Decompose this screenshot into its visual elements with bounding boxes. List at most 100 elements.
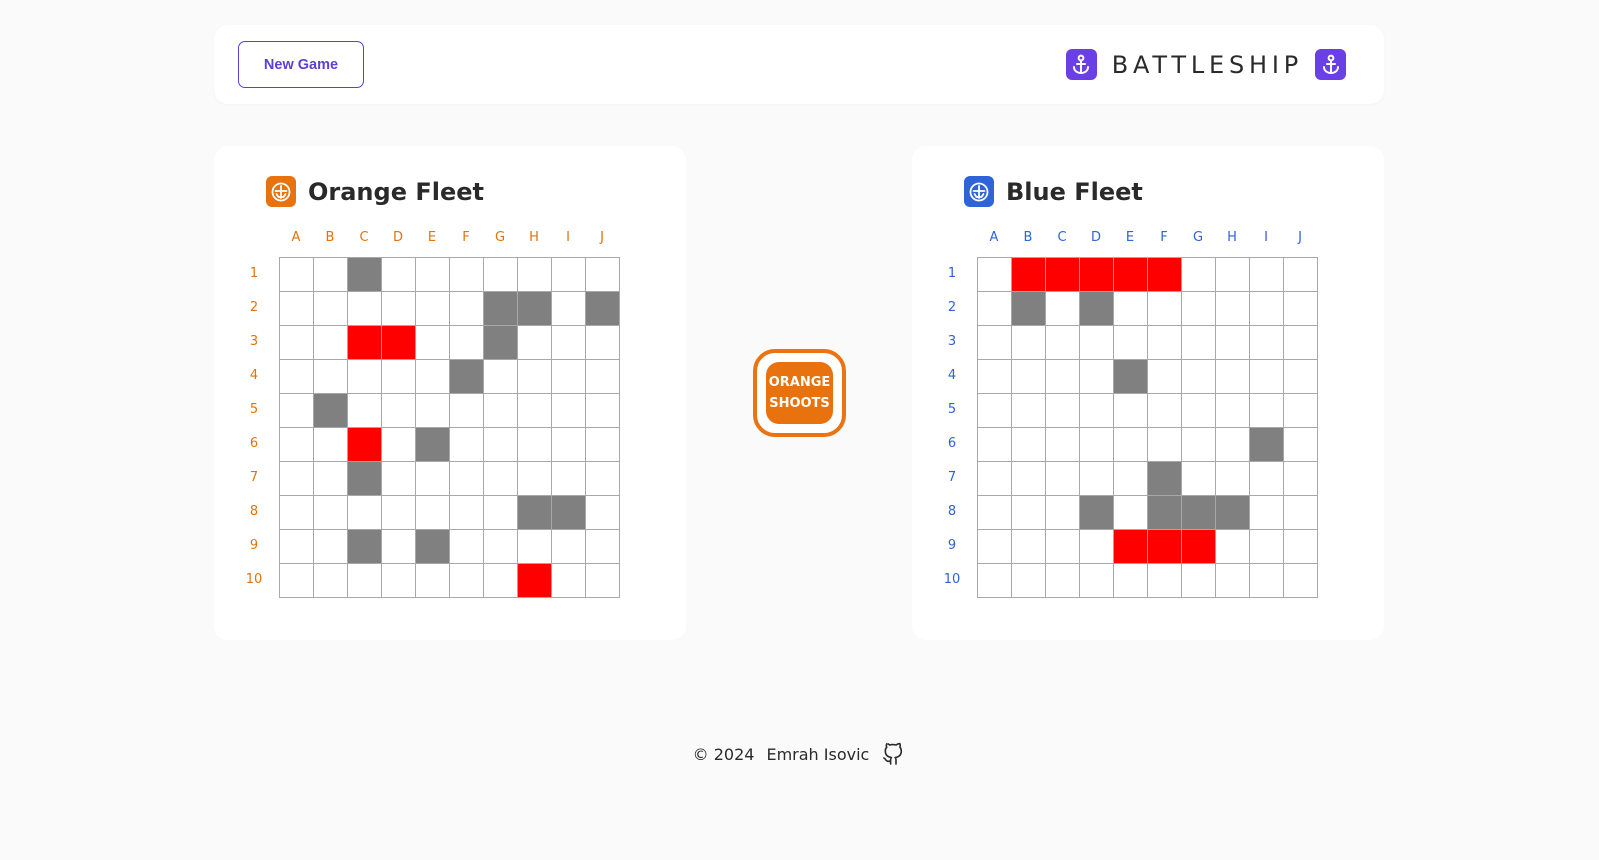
board-cell-b4[interactable]	[1012, 360, 1046, 394]
board-cell-c4[interactable]	[1046, 360, 1080, 394]
board-cell-h6[interactable]	[518, 428, 552, 462]
board-cell-e2[interactable]	[1114, 292, 1148, 326]
board-cell-d5[interactable]	[382, 394, 416, 428]
board-cell-b9[interactable]	[314, 530, 348, 564]
board-cell-b5[interactable]	[314, 394, 348, 428]
board-cell-i10[interactable]	[1250, 564, 1284, 598]
board-cell-i2[interactable]	[552, 292, 586, 326]
board-cell-e7[interactable]	[416, 462, 450, 496]
board-cell-f7[interactable]	[1148, 462, 1182, 496]
board-cell-h2[interactable]	[1216, 292, 1250, 326]
board-cell-e10[interactable]	[416, 564, 450, 598]
board-cell-h9[interactable]	[518, 530, 552, 564]
board-cell-j10[interactable]	[1284, 564, 1318, 598]
board-cell-b6[interactable]	[1012, 428, 1046, 462]
board-cell-j4[interactable]	[1284, 360, 1318, 394]
board-cell-h8[interactable]	[518, 496, 552, 530]
board-cell-a7[interactable]	[978, 462, 1012, 496]
board-cell-c2[interactable]	[348, 292, 382, 326]
board-cell-d4[interactable]	[1080, 360, 1114, 394]
board-cell-h3[interactable]	[1216, 326, 1250, 360]
board-cell-a4[interactable]	[978, 360, 1012, 394]
board-cell-a3[interactable]	[978, 326, 1012, 360]
board-cell-h4[interactable]	[1216, 360, 1250, 394]
board-cell-j7[interactable]	[586, 462, 620, 496]
board-cell-g2[interactable]	[1182, 292, 1216, 326]
board-cell-j3[interactable]	[586, 326, 620, 360]
board-cell-b1[interactable]	[314, 258, 348, 292]
board-cell-d2[interactable]	[1080, 292, 1114, 326]
board-cell-a8[interactable]	[978, 496, 1012, 530]
board-cell-a3[interactable]	[280, 326, 314, 360]
github-icon[interactable]	[880, 741, 906, 767]
board-cell-i4[interactable]	[1250, 360, 1284, 394]
board-cell-c1[interactable]	[1046, 258, 1080, 292]
board-cell-i5[interactable]	[1250, 394, 1284, 428]
board-cell-c10[interactable]	[348, 564, 382, 598]
board-cell-e7[interactable]	[1114, 462, 1148, 496]
new-game-button[interactable]: New Game	[238, 41, 364, 88]
board-cell-f5[interactable]	[1148, 394, 1182, 428]
board-cell-i3[interactable]	[552, 326, 586, 360]
board-cell-d10[interactable]	[1080, 564, 1114, 598]
board-cell-c4[interactable]	[348, 360, 382, 394]
board-cell-d8[interactable]	[1080, 496, 1114, 530]
board-cell-f8[interactable]	[1148, 496, 1182, 530]
board-cell-h5[interactable]	[518, 394, 552, 428]
board-cell-g9[interactable]	[484, 530, 518, 564]
board-cell-a10[interactable]	[978, 564, 1012, 598]
board-cell-g1[interactable]	[1182, 258, 1216, 292]
board-cell-e1[interactable]	[1114, 258, 1148, 292]
board-cell-b6[interactable]	[314, 428, 348, 462]
board-cell-h1[interactable]	[518, 258, 552, 292]
board-cell-g4[interactable]	[1182, 360, 1216, 394]
board-cell-d2[interactable]	[382, 292, 416, 326]
board-cell-f2[interactable]	[1148, 292, 1182, 326]
board-cell-h1[interactable]	[1216, 258, 1250, 292]
board-cell-j4[interactable]	[586, 360, 620, 394]
board-cell-h10[interactable]	[1216, 564, 1250, 598]
board-cell-c9[interactable]	[348, 530, 382, 564]
board-cell-f2[interactable]	[450, 292, 484, 326]
board-cell-h8[interactable]	[1216, 496, 1250, 530]
board-cell-c8[interactable]	[348, 496, 382, 530]
board-cell-c5[interactable]	[348, 394, 382, 428]
board-cell-j5[interactable]	[586, 394, 620, 428]
board-cell-b2[interactable]	[1012, 292, 1046, 326]
board-cell-e2[interactable]	[416, 292, 450, 326]
board-cell-g2[interactable]	[484, 292, 518, 326]
board-cell-e4[interactable]	[416, 360, 450, 394]
board-cell-c3[interactable]	[1046, 326, 1080, 360]
board-cell-a2[interactable]	[280, 292, 314, 326]
board-cell-e9[interactable]	[416, 530, 450, 564]
board-cell-e9[interactable]	[1114, 530, 1148, 564]
board-cell-g6[interactable]	[1182, 428, 1216, 462]
board-cell-c8[interactable]	[1046, 496, 1080, 530]
board-cell-j2[interactable]	[1284, 292, 1318, 326]
board-cell-a9[interactable]	[978, 530, 1012, 564]
board-cell-d3[interactable]	[1080, 326, 1114, 360]
board-cell-d7[interactable]	[1080, 462, 1114, 496]
board-cell-g7[interactable]	[1182, 462, 1216, 496]
board-cell-j1[interactable]	[586, 258, 620, 292]
board-cell-b3[interactable]	[314, 326, 348, 360]
board-cell-c7[interactable]	[1046, 462, 1080, 496]
board-cell-e8[interactable]	[416, 496, 450, 530]
board-cell-f3[interactable]	[1148, 326, 1182, 360]
board-cell-g8[interactable]	[484, 496, 518, 530]
board-cell-d3[interactable]	[382, 326, 416, 360]
board-cell-a5[interactable]	[978, 394, 1012, 428]
board-cell-f9[interactable]	[1148, 530, 1182, 564]
board-cell-d8[interactable]	[382, 496, 416, 530]
board-cell-c7[interactable]	[348, 462, 382, 496]
board-cell-a2[interactable]	[978, 292, 1012, 326]
board-cell-h3[interactable]	[518, 326, 552, 360]
board-cell-a5[interactable]	[280, 394, 314, 428]
board-cell-d10[interactable]	[382, 564, 416, 598]
board-cell-c6[interactable]	[348, 428, 382, 462]
board-cell-f4[interactable]	[450, 360, 484, 394]
board-cell-a4[interactable]	[280, 360, 314, 394]
board-cell-c2[interactable]	[1046, 292, 1080, 326]
board-cell-f6[interactable]	[450, 428, 484, 462]
board-cell-i9[interactable]	[552, 530, 586, 564]
